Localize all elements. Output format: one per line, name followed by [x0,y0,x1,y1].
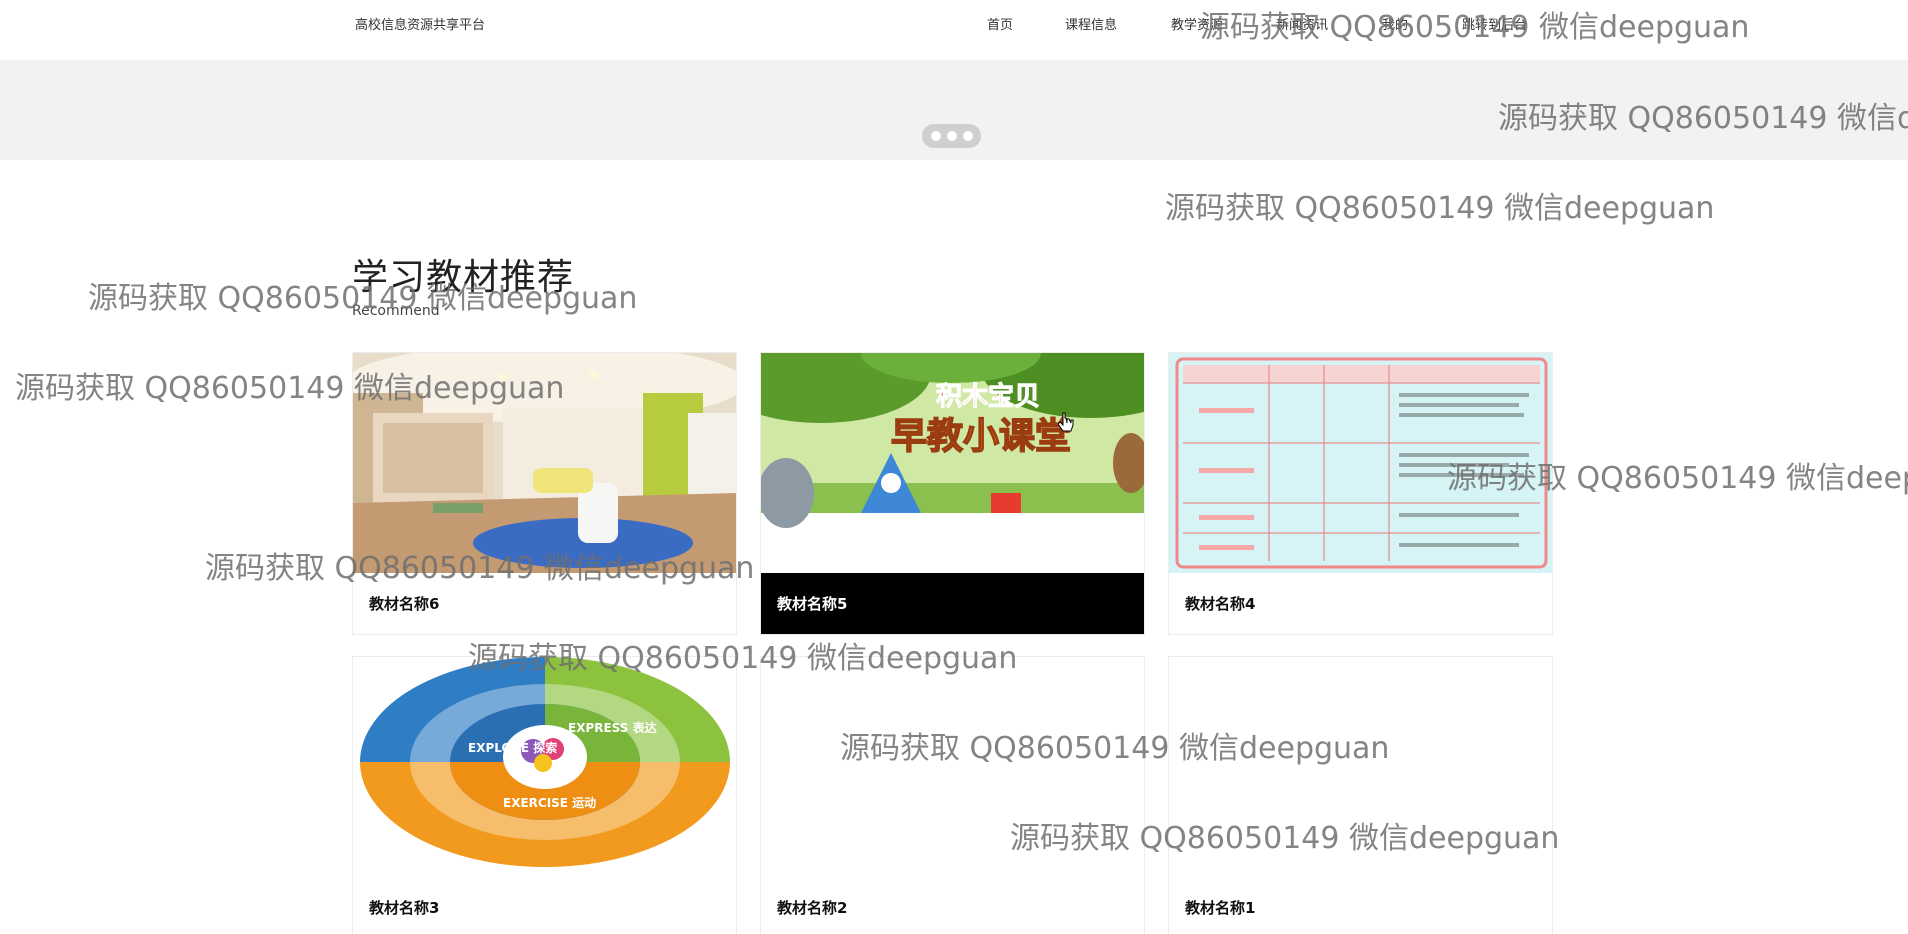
carousel-dot-3[interactable] [962,131,973,141]
textbook-card-5-title: 教材名称5 [761,573,1144,634]
textbook-card-3-title: 教材名称3 [369,899,440,917]
textbook-card-5[interactable]: 积木宝贝 早教小课堂 教材名称5 [760,352,1145,635]
nav-mine[interactable]: 我的 [1382,14,1408,33]
banner-text-top: 积木宝贝 [936,381,1040,412]
section-title: 学习教材推荐 [352,257,575,298]
circular-diagram-image: EXPLORE 探索 EXPRESS 表达 EXERCISE 运动 [353,657,736,877]
textbook-card-4-title: 教材名称4 [1185,595,1256,613]
nav-admin[interactable]: 跳转到后台 [1462,14,1527,33]
textbook-card-2-title: 教材名称2 [777,899,848,917]
textbook-card-1-image [1169,657,1552,877]
classroom-photo [353,353,736,573]
watermark: 源码获取 QQ86050149 微信deepguan [1165,191,1715,226]
textbook-card-6-title: 教材名称6 [369,595,440,613]
textbook-card-1-title: 教材名称1 [1185,899,1256,917]
site-brand[interactable]: 高校信息资源共享平台 [355,14,485,33]
textbook-card-1[interactable]: 教材名称1 [1168,656,1553,934]
diagram-label-explore: EXPLORE 探索 [468,740,557,755]
nav-news[interactable]: 新闻资讯 [1276,14,1328,33]
top-nav: 高校信息资源共享平台 首页 课程信息 教学资源 新闻资讯 我的 跳转到后台 [0,0,1908,60]
diagram-label-exercise: EXERCISE 运动 [503,796,596,810]
page: 高校信息资源共享平台 首页 课程信息 教学资源 新闻资讯 我的 跳转到后台 学习… [0,0,1908,934]
nav-course-info[interactable]: 课程信息 [1065,14,1117,33]
diagram-label-express: EXPRESS 表达 [568,720,657,735]
carousel-dot-1[interactable] [930,131,941,141]
carousel-dot-2[interactable] [946,131,957,141]
nav-teaching-resources[interactable]: 教学资源 [1171,14,1223,33]
textbook-card-6[interactable]: 教材名称6 [352,352,737,635]
textbook-card-3[interactable]: EXPLORE 探索 EXPRESS 表达 EXERCISE 运动 教材名称3 [352,656,737,934]
section-subtitle: Recommend [352,303,440,319]
textbook-card-2-image [761,657,1144,877]
textbook-card-2[interactable]: 教材名称2 [760,656,1145,934]
course-table-image [1169,353,1552,573]
nav-home[interactable]: 首页 [987,14,1013,33]
textbook-card-4[interactable]: 教材名称4 [1168,352,1553,635]
early-education-banner: 积木宝贝 早教小课堂 [761,353,1144,573]
carousel-indicators [922,124,981,148]
mouse-cursor-icon [1058,412,1074,432]
banner-text-main: 早教小课堂 [891,416,1071,457]
